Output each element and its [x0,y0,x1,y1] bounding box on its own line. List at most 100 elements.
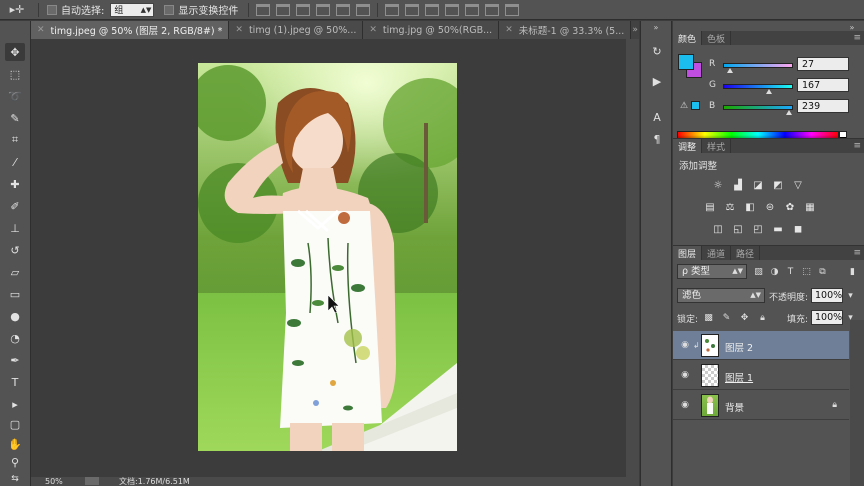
layer-thumbnail[interactable] [701,334,719,357]
selective-color-icon[interactable]: ◼ [791,223,805,235]
filter-smart-object-icon[interactable]: ⧉ [817,266,828,277]
lock-transparent-icon[interactable]: ▩ [703,312,714,323]
close-icon[interactable]: ✕ [37,25,45,35]
blur-tool-icon[interactable]: ● [5,307,25,325]
blue-value-input[interactable]: 239 [797,99,849,113]
distribute-vcenter-icon[interactable] [405,3,420,16]
out-of-gamut-warning-icon[interactable]: ⚠ [680,101,688,111]
vibrance-icon[interactable]: ▽ [791,179,805,191]
show-transform-checkbox[interactable] [164,4,175,15]
tab-paths[interactable]: 路径 [731,246,761,260]
tab-timg-jpg[interactable]: ✕ timg.jpg @ 50%(RGB... [363,21,500,39]
red-value-input[interactable]: 27 [797,57,849,71]
invert-icon[interactable]: ◫ [711,223,725,235]
hue-saturation-icon[interactable]: ▤ [703,201,717,213]
close-icon[interactable]: ✕ [505,25,513,35]
layer-row-layer2[interactable]: ◉ ↲ 图层 2 [673,331,849,360]
status-menu-icon[interactable] [85,477,99,485]
filter-type-icon[interactable]: T [785,266,796,277]
tab-adjustments[interactable]: 调整 [673,139,703,153]
green-track[interactable] [723,84,793,89]
collapse-icon[interactable]: » [847,23,857,32]
layer-filter-kind[interactable]: ρ 类型 ▲▼ [677,264,747,279]
lock-all-icon[interactable]: 🔒︎ [757,312,768,323]
collapse-icon[interactable]: » [651,23,661,32]
threshold-icon[interactable]: ◰ [751,223,765,235]
distribute-left-icon[interactable] [445,3,460,16]
filter-toggle-icon[interactable]: ▮ [847,266,858,277]
lock-position-icon[interactable]: ✥ [739,312,750,323]
align-hcenter-icon[interactable] [336,3,351,16]
distribute-bottom-icon[interactable] [425,3,440,16]
marquee-tool-icon[interactable]: ⬚ [5,65,25,83]
green-thumb[interactable] [765,89,772,94]
shape-tool-icon[interactable]: ▢ [5,415,25,433]
layer-name[interactable]: 图层 2 [725,340,753,354]
tab-layers[interactable]: 图层 [673,246,703,260]
layer-name[interactable]: 图层 1 [725,370,753,384]
blue-slider[interactable]: B 239 [709,99,859,115]
zoom-tool-icon[interactable]: ⚲ [5,453,25,471]
color-swap-icon[interactable]: ⇆ [5,470,25,486]
eye-icon[interactable]: ◉ [679,340,691,350]
tab-swatches[interactable]: 色板 [702,31,732,45]
eye-icon[interactable]: ◉ [679,370,691,380]
align-left-icon[interactable] [316,3,331,16]
layer-thumbnail[interactable] [701,364,719,387]
gamut-swatch[interactable] [691,101,700,110]
exposure-icon[interactable]: ◩ [771,179,785,191]
black-white-icon[interactable]: ◧ [743,201,757,213]
crop-tool-icon[interactable]: ⌗ [5,131,25,149]
align-top-icon[interactable] [256,3,271,16]
opacity-chevron-icon[interactable]: ▾ [845,290,856,301]
dodge-tool-icon[interactable]: ◔ [5,329,25,347]
layer-row-layer1[interactable]: ◉ 图层 1 [673,361,849,390]
hand-tool-icon[interactable]: ✋ [5,435,25,453]
tab-untitled-1[interactable]: ✕ 未标题-1 @ 33.3% (5... [499,21,632,39]
move-tool-icon[interactable]: ✥ [5,43,25,61]
levels-icon[interactable]: ▟ [731,179,745,191]
history-panel-icon[interactable]: ↻ [649,43,665,59]
distribute-right-icon[interactable] [485,3,500,16]
red-track[interactable] [723,63,793,68]
auto-align-icon[interactable] [505,3,520,16]
blue-thumb[interactable] [785,110,792,115]
blend-mode-dropdown[interactable]: 滤色 ▲▼ [677,288,765,303]
paragraph-panel-icon[interactable]: ¶ [649,131,665,147]
canvas-area[interactable] [31,39,639,477]
tab-styles[interactable]: 样式 [702,139,732,153]
type-tool-icon[interactable]: T [5,373,25,391]
eraser-tool-icon[interactable]: ▱ [5,263,25,281]
align-vcenter-icon[interactable] [276,3,291,16]
close-icon[interactable]: ✕ [235,25,243,35]
lock-image-icon[interactable]: ✎ [721,312,732,323]
opacity-input[interactable]: 100% [811,288,843,303]
vertical-scrollbar[interactable] [626,39,639,477]
green-value-input[interactable]: 167 [797,78,849,92]
brush-tool-icon[interactable]: ✐ [5,197,25,215]
align-bottom-icon[interactable] [296,3,311,16]
clone-stamp-tool-icon[interactable]: ⊥ [5,219,25,237]
tab-channels[interactable]: 通道 [702,246,732,260]
auto-select-dropdown[interactable]: 组 ▲▼ [110,2,155,17]
layer-thumbnail[interactable] [701,394,719,417]
filter-pixel-icon[interactable]: ▨ [753,266,764,277]
pen-tool-icon[interactable]: ✒ [5,351,25,369]
auto-select-checkbox[interactable] [47,4,57,15]
close-icon[interactable]: ✕ [369,25,377,35]
eye-icon[interactable]: ◉ [679,400,691,410]
layers-scrollbar[interactable] [850,320,864,486]
distribute-hcenter-icon[interactable] [465,3,480,16]
lasso-tool-icon[interactable]: ➰ [5,87,25,105]
green-slider[interactable]: G 167 [709,78,859,94]
layer-row-background[interactable]: ◉ 背景 🔒︎ [673,391,849,420]
fill-input[interactable]: 100% [811,310,843,325]
filter-shape-icon[interactable]: ⬚ [801,266,812,277]
healing-brush-tool-icon[interactable]: ✚ [5,175,25,193]
layer-name[interactable]: 背景 [725,400,744,414]
curves-icon[interactable]: ◪ [751,179,765,191]
brightness-contrast-icon[interactable]: ☼ [711,179,725,191]
tabs-overflow-icon[interactable]: » [631,21,639,39]
eyedropper-tool-icon[interactable]: ⁄ [5,153,25,171]
tab-color[interactable]: 颜色 [673,31,703,45]
